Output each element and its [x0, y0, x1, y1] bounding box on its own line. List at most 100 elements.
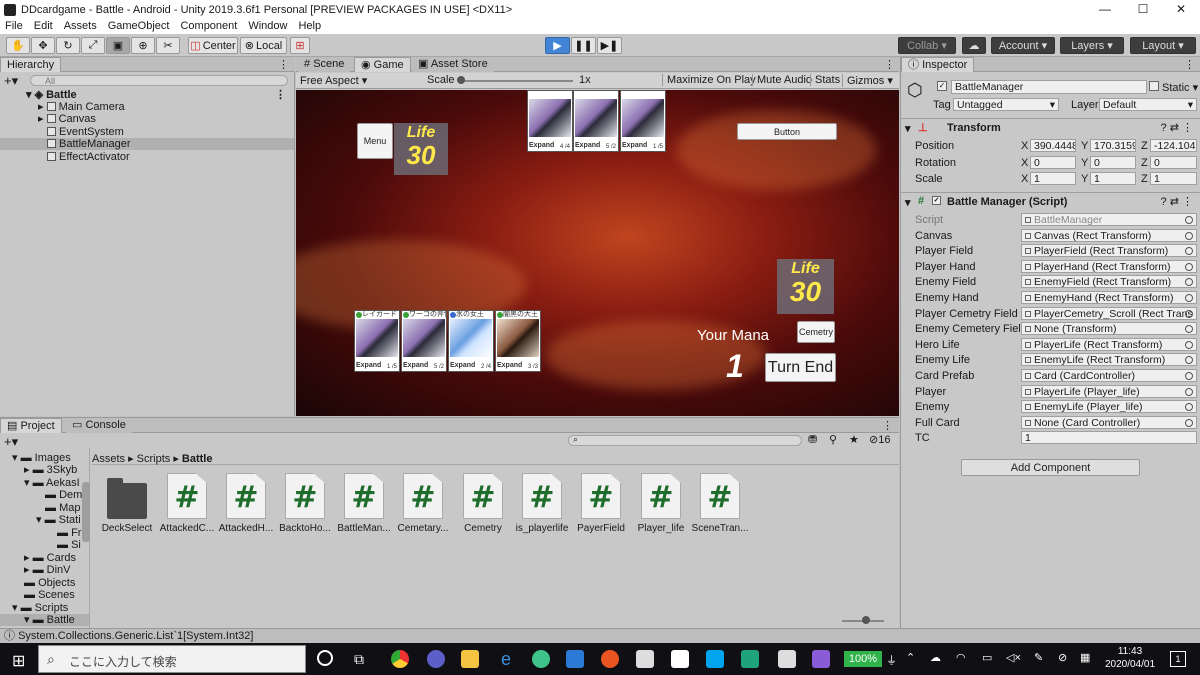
task-view-icon[interactable]: ⧉ — [354, 651, 364, 668]
chrome-icon[interactable] — [391, 650, 409, 668]
card-expand-label[interactable]: Expand — [529, 142, 554, 149]
card-expand-label[interactable]: Expand — [622, 142, 647, 149]
position-y-input[interactable]: 170.3159 — [1090, 139, 1136, 152]
pivot-center-button[interactable]: ◫ Center — [188, 37, 238, 54]
folder-fr[interactable]: ▬ Fr — [0, 527, 89, 539]
object-picker-icon[interactable] — [1185, 372, 1193, 380]
calculator-icon[interactable] — [636, 650, 654, 668]
cemetry-button[interactable]: Cemetry — [797, 321, 835, 343]
tab-hierarchy[interactable]: Hierarchy — [0, 57, 62, 72]
folder-skybox[interactable]: ▸ ▬ 3Skyb — [0, 464, 89, 476]
pivot-local-button[interactable]: ⊗ Local — [240, 37, 287, 54]
windows-start-icon[interactable]: ⊞ — [12, 651, 25, 671]
object-picker-icon[interactable] — [1185, 294, 1193, 302]
close-button[interactable]: ✕ — [1162, 0, 1200, 19]
field-value[interactable]: EnemyHand (Rect Transform) — [1021, 291, 1197, 304]
object-picker-icon[interactable] — [1185, 403, 1193, 412]
file-explorer-icon[interactable] — [461, 650, 479, 668]
edge-icon[interactable]: e — [497, 650, 515, 668]
taskbar-clock[interactable]: 11:43 2020/04/01 — [1100, 645, 1160, 671]
move-tool-icon[interactable]: ✥ — [31, 37, 55, 54]
field-value[interactable]: PlayerLife (Rect Transform) — [1021, 337, 1197, 351]
android-studio-icon[interactable] — [532, 650, 550, 668]
hierarchy-item-canvas[interactable]: ▸ Canvas — [0, 113, 294, 125]
asset-script[interactable]: # Cemetry — [453, 473, 513, 534]
ubuntu-icon[interactable] — [601, 650, 619, 668]
folder-scripts[interactable]: ▾ ▬ Scripts — [0, 602, 89, 614]
component-help-settings-icons[interactable]: ? ⇄ ⋮ — [1161, 195, 1193, 208]
field-value[interactable]: 1 — [1021, 431, 1197, 445]
store-icon[interactable] — [671, 650, 689, 668]
folder-aekasi[interactable]: ▾ ▬ AekasI — [0, 477, 89, 489]
object-picker-icon[interactable] — [1185, 387, 1193, 396]
menu-help[interactable]: Help — [293, 19, 327, 34]
tray-expand-icon[interactable]: ⌃ — [906, 651, 915, 664]
app-icon[interactable] — [706, 650, 724, 668]
player-card[interactable]: レイガード Expand 1 /5 — [354, 310, 400, 372]
hidden-packages-toggle[interactable]: ⊘16 — [869, 433, 890, 446]
field-value[interactable]: PlayerCemetry_Scroll (Rect Trans — [1021, 306, 1197, 320]
menu-gameobject[interactable]: GameObject — [103, 19, 176, 34]
battery-icon[interactable]: ▭ — [982, 651, 992, 664]
layer-dropdown[interactable]: Default ▾ — [1099, 98, 1197, 111]
panel-menu-icon[interactable]: ⋮ — [278, 58, 289, 71]
transform-header[interactable]: ▾ ⊥ Transform ? ⇄ ⋮ — [901, 118, 1200, 135]
asset-script[interactable]: # PayerField — [571, 473, 631, 534]
field-value[interactable]: None (Transform) — [1021, 322, 1197, 336]
object-picker-icon[interactable] — [1185, 216, 1193, 224]
generic-button[interactable]: Button — [737, 123, 837, 140]
gizmos-dropdown[interactable]: Gizmos ▾ — [842, 74, 893, 87]
asset-script[interactable]: # BacktoHo... — [275, 473, 335, 534]
folder-map[interactable]: ▬ Map — [0, 502, 89, 514]
field-value[interactable]: PlayerHand (Rect Transform) — [1021, 259, 1197, 273]
cloud-icon[interactable]: ☁ — [962, 37, 986, 54]
favorite-star-icon[interactable]: ★ — [849, 433, 859, 446]
object-picker-icon[interactable] — [1185, 231, 1193, 240]
scale-slider[interactable] — [461, 80, 573, 82]
object-picker-icon[interactable] — [1185, 278, 1193, 287]
hierarchy-search-input[interactable]: All — [30, 75, 288, 86]
hierarchy-item-main-camera[interactable]: ▸ Main Camera — [0, 101, 294, 113]
icon-size-slider-handle[interactable] — [862, 616, 870, 624]
asset-script[interactable]: # AttackedH... — [216, 473, 276, 534]
asset-script[interactable]: # Cemetary... — [393, 473, 453, 534]
play-button[interactable]: ▶ — [545, 37, 570, 54]
app-icon[interactable] — [741, 650, 759, 668]
maximize-button[interactable]: ☐ — [1124, 0, 1162, 19]
card-expand-label[interactable]: Expand — [450, 362, 475, 369]
card-expand-label[interactable]: Expand — [497, 362, 522, 369]
field-value[interactable]: PlayerLife (Player_life) — [1021, 384, 1197, 398]
scene-menu-icon[interactable]: ⋮ — [275, 89, 286, 101]
player-card[interactable]: 闇黒の大王 Expand 3 /3 — [495, 310, 541, 372]
scene-row[interactable]: ▾ ◈ Battle ⋮ — [0, 89, 294, 101]
static-dropdown[interactable]: Static ▾ — [1162, 81, 1198, 94]
vscode-icon[interactable] — [566, 650, 584, 668]
panel-menu-icon[interactable]: ⋮ — [882, 419, 893, 432]
layers-dropdown[interactable]: Layers ▾ — [1060, 37, 1124, 54]
filter-by-label-icon[interactable]: ⚲ — [829, 433, 837, 446]
menu-assets[interactable]: Assets — [59, 19, 103, 34]
scale-x-input[interactable]: 1 — [1030, 172, 1076, 185]
wifi-icon[interactable]: ◠ — [956, 651, 966, 664]
snap-icon[interactable]: ⊞ — [290, 37, 310, 54]
pause-button[interactable]: ❚❚ — [571, 37, 596, 54]
notification-icon[interactable]: 1 — [1170, 651, 1186, 667]
hierarchy-item-effectactivator[interactable]: EffectActivator — [0, 151, 294, 163]
field-value[interactable]: PlayerField (Rect Transform) — [1021, 244, 1197, 258]
ime-icon[interactable]: ⊘ — [1058, 651, 1067, 664]
taskbar-search-box[interactable]: ⌕ ここに入力して検索 — [38, 645, 306, 673]
enemy-card[interactable]: Expand 1 /5 — [620, 90, 666, 152]
static-checkbox[interactable] — [1149, 81, 1159, 91]
tag-dropdown[interactable]: Untagged ▾ — [953, 98, 1059, 111]
player-card[interactable]: ワーゴの斧使い Expand 5 /2 — [401, 310, 447, 372]
breadcrumb-scripts[interactable]: Scripts — [137, 453, 171, 465]
breadcrumb-battle[interactable]: Battle — [182, 453, 213, 465]
tab-console[interactable]: ▭ Console — [66, 418, 132, 433]
aspect-dropdown[interactable]: Free Aspect ▾ — [300, 74, 367, 87]
object-picker-icon[interactable] — [1185, 356, 1193, 365]
tab-asset-store[interactable]: ▣ Asset Store — [412, 57, 494, 72]
custom-tool-icon[interactable]: ✂ — [156, 37, 180, 54]
volume-icon[interactable]: ◁× — [1006, 651, 1021, 664]
folder-dem[interactable]: ▬ Dem — [0, 489, 89, 501]
field-value[interactable]: BattleManager — [1021, 213, 1197, 226]
